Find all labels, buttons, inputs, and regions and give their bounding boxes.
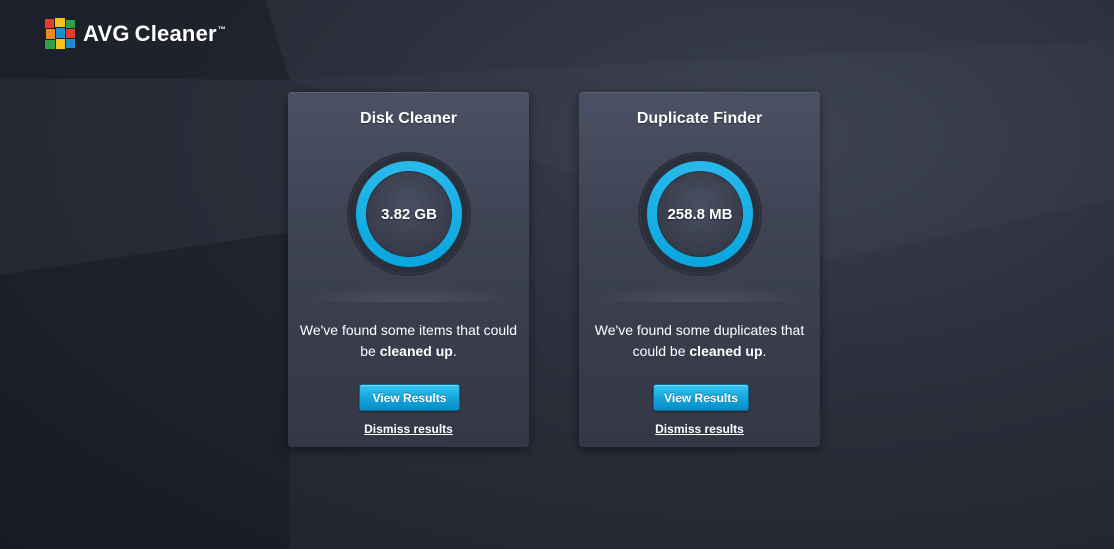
card-message: We've found some duplicates that could b…: [589, 320, 810, 362]
view-results-button[interactable]: View Results: [653, 384, 749, 411]
logo-brand: AVG: [83, 20, 130, 46]
duplicate-finder-size: 258.8 MB: [667, 205, 733, 223]
duplicate-finder-gauge: 258.8 MB: [636, 150, 764, 278]
app-logo: AVG Cleaner™: [44, 17, 226, 50]
disk-cleaner-gauge: 3.82 GB: [345, 150, 473, 278]
avg-logo-icon: [45, 18, 75, 49]
card-divider-glow: [298, 284, 519, 302]
card-title: Disk Cleaner: [360, 110, 457, 127]
logo-product: Cleaner: [134, 20, 217, 46]
message-end: .: [452, 343, 457, 359]
dismiss-results-link[interactable]: Dismiss results: [288, 422, 529, 436]
card-message: We've found some items that could be cle…: [298, 320, 519, 362]
card-divider-glow: [589, 284, 810, 302]
message-emphasis: cleaned up: [379, 343, 453, 359]
message-end: .: [762, 343, 767, 359]
dismiss-results-link[interactable]: Dismiss results: [579, 422, 820, 436]
card-title: Duplicate Finder: [636, 110, 763, 127]
app-title: AVG Cleaner™: [83, 20, 226, 46]
disk-cleaner-card: Disk Cleaner 3.82 GB We've found some it…: [288, 92, 529, 447]
logo-trademark: ™: [217, 24, 226, 34]
duplicate-finder-card: Duplicate Finder 258.8 MB We've found so…: [579, 92, 820, 447]
view-results-button[interactable]: View Results: [359, 384, 460, 411]
disk-cleaner-size: 3.82 GB: [381, 205, 437, 223]
message-emphasis: cleaned up: [689, 343, 763, 359]
